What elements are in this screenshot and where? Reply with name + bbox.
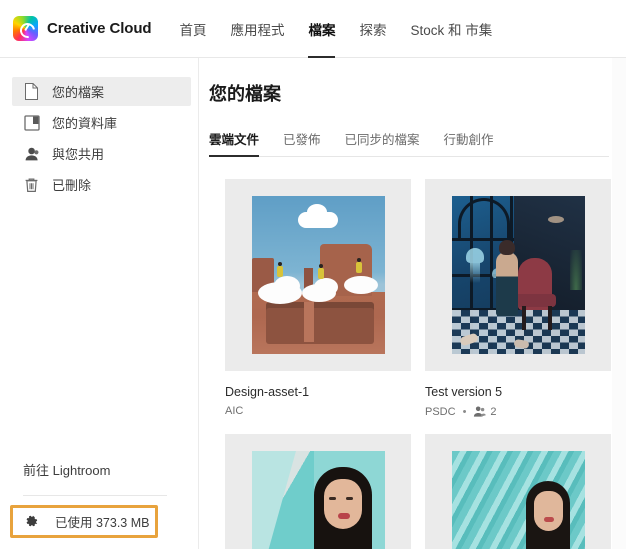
file-thumbnail[interactable] — [425, 179, 611, 371]
scrollbar-gutter[interactable] — [612, 58, 626, 549]
brand-name: Creative Cloud — [47, 20, 152, 37]
file-meta: PSDC • 2 — [425, 405, 611, 418]
sidebar-item-your-libraries[interactable]: 您的資料庫 — [12, 108, 191, 137]
tab-synced-files[interactable]: 已同步的檔案 — [345, 129, 420, 156]
sidebar-divider — [23, 495, 167, 496]
file-grid: Design-asset-1 AIC Test version 5 PSDC •… — [225, 179, 625, 549]
page-title: 您的檔案 — [209, 84, 281, 104]
nav-item-discover[interactable]: 探索 — [359, 0, 386, 58]
sidebar-bottom-padding — [0, 538, 199, 549]
shared-count: 2 — [490, 405, 497, 418]
file-card[interactable] — [425, 434, 611, 549]
sidebar-item-your-files[interactable]: 您的檔案 — [12, 77, 191, 106]
file-type: AIC — [225, 405, 244, 417]
sidebar-item-deleted[interactable]: 已刪除 — [12, 170, 191, 199]
nav-item-home[interactable]: 首頁 — [179, 0, 206, 58]
content-tabs: 雲端文件 已發佈 已同步的檔案 行動創作 — [209, 127, 609, 157]
people-icon — [473, 405, 487, 418]
teal-portrait-thumbnail — [251, 451, 385, 549]
storage-used-button[interactable]: 已使用 373.3 MB — [10, 505, 158, 538]
gear-icon — [23, 514, 39, 530]
sidebar-item-label: 已刪除 — [52, 178, 92, 193]
storage-used-label: 已使用 373.3 MB — [55, 516, 150, 530]
file-card[interactable]: Design-asset-1 AIC — [225, 179, 411, 418]
top-nav-items: 首頁 應用程式 檔案 探索 Stock 和 市集 — [179, 0, 516, 59]
sidebar-item-label: 您的檔案 — [52, 85, 105, 100]
sidebar-items: 您的檔案 您的資料庫 與您共用 已刪除 — [0, 58, 198, 199]
main-content: 您的檔案 雲端文件 已發佈 已同步的檔案 行動創作 Design-asset-1… — [200, 58, 626, 549]
top-navigation-bar: Creative Cloud 首頁 應用程式 檔案 探索 Stock 和 市集 — [0, 0, 626, 59]
sidebar-item-label: 您的資料庫 — [52, 116, 118, 131]
file-name: Design-asset-1 — [225, 385, 310, 399]
file-thumbnail[interactable] — [225, 434, 411, 549]
sidebar-item-label: 與您共用 — [52, 147, 105, 162]
sidebar-footer: 前往 Lightroom 已使用 373.3 MB — [0, 456, 199, 549]
file-type: PSDC — [425, 405, 456, 418]
teal-stripes-portrait-thumbnail — [451, 451, 585, 549]
nav-item-stock-marketplace[interactable]: Stock 和 市集 — [410, 0, 492, 58]
library-icon — [23, 114, 40, 131]
file-meta: AIC — [225, 405, 411, 417]
person-icon — [23, 145, 40, 162]
tab-published[interactable]: 已發佈 — [283, 129, 321, 156]
tab-mobile-creations[interactable]: 行動創作 — [444, 129, 494, 156]
file-thumbnail[interactable] — [425, 434, 611, 549]
file-thumbnail[interactable] — [225, 179, 411, 371]
file-name: Test version 5 — [425, 385, 503, 399]
desert-landscape-thumbnail — [251, 196, 385, 354]
creative-cloud-window: Creative Cloud 首頁 應用程式 檔案 探索 Stock 和 市集 … — [0, 0, 626, 549]
sidebar-item-shared-with-you[interactable]: 與您共用 — [12, 139, 191, 168]
trash-icon — [23, 176, 40, 193]
brand[interactable]: Creative Cloud — [13, 16, 152, 41]
document-icon — [23, 83, 40, 100]
file-card[interactable] — [225, 434, 411, 549]
meta-separator: • — [462, 405, 467, 418]
go-to-lightroom-link[interactable]: 前往 Lightroom — [0, 456, 199, 482]
file-card[interactable]: Test version 5 PSDC • 2 — [425, 179, 611, 418]
nav-item-files[interactable]: 檔案 — [308, 0, 336, 59]
tab-cloud-documents[interactable]: 雲端文件 — [209, 129, 260, 157]
nav-item-apps[interactable]: 應用程式 — [230, 0, 284, 58]
sidebar: 您的檔案 您的資料庫 與您共用 已刪除 前往 Lightroom 已使用 373… — [0, 58, 199, 549]
creative-cloud-logo-icon — [13, 16, 38, 41]
underwater-room-thumbnail — [451, 196, 585, 354]
